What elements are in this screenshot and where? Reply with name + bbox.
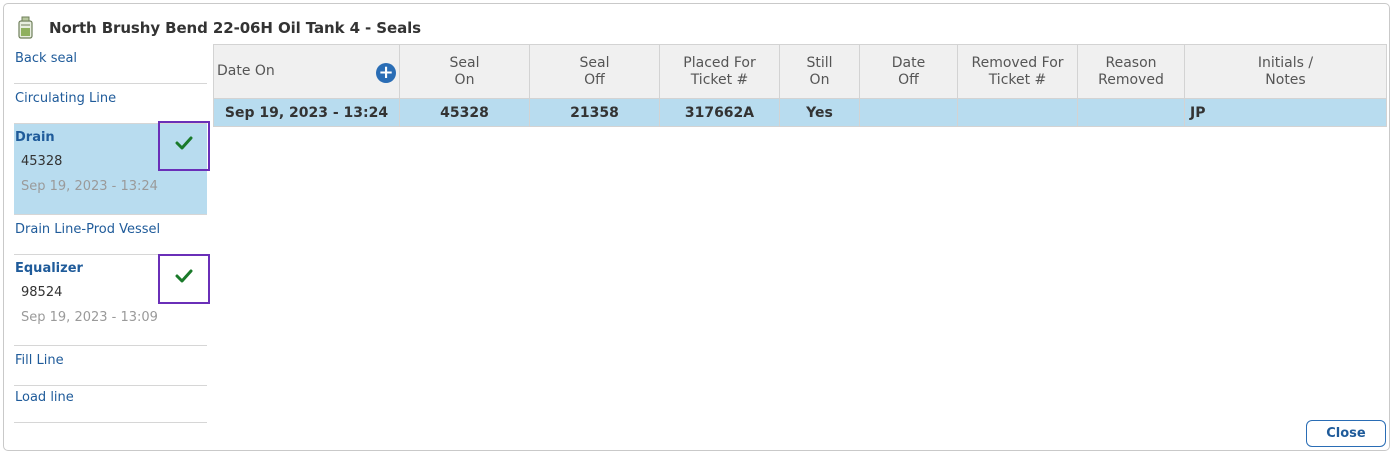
table-row[interactable]: Sep 19, 2023 - 13:24 45328 21358 317662A… [213, 98, 1387, 127]
column-header-label: Ticket # [690, 71, 749, 88]
table-header-row: Date On + Seal On Seal Off Placed For Ti… [213, 44, 1387, 99]
column-header-still-on[interactable]: Still On [779, 44, 860, 99]
column-header-label: On [809, 71, 830, 88]
cell-date-off [859, 98, 958, 127]
column-header-label: On [454, 71, 475, 88]
sidebar-item-label: Circulating Line [15, 91, 117, 106]
column-header-label: Initials / [1257, 54, 1314, 71]
column-header-label: Seal [449, 54, 480, 71]
column-header-label: Still [806, 54, 833, 71]
sidebar-item-equalizer[interactable]: Equalizer 98524 Sep 19, 2023 - 13:09 [14, 254, 210, 346]
sidebar-item-date: Sep 19, 2023 - 13:09 [21, 310, 158, 325]
oil-tank-icon [18, 16, 33, 39]
column-header-label: Removed [1098, 71, 1164, 88]
sidebar-item-circulating-line[interactable]: Circulating Line [14, 84, 207, 124]
drain-check-highlight [158, 121, 210, 171]
column-header-placed-for-ticket[interactable]: Placed For Ticket # [659, 44, 780, 99]
column-header-date-off[interactable]: Date Off [859, 44, 958, 99]
cell-still-on: Yes [779, 98, 860, 127]
cell-seal-off: 21358 [529, 98, 660, 127]
seals-table: Date On + Seal On Seal Off Placed For Ti… [213, 44, 1387, 127]
checkmark-icon [175, 136, 193, 150]
cell-initials-notes: JP [1184, 98, 1387, 127]
column-header-seal-on[interactable]: Seal On [399, 44, 530, 99]
sidebar-item-load-line[interactable]: Load line [14, 386, 207, 423]
column-header-label: Notes [1265, 71, 1306, 88]
checkmark-icon [175, 269, 193, 283]
sidebar-item-drain[interactable]: Drain 45328 Sep 19, 2023 - 13:24 [14, 121, 210, 215]
sidebar-item-back-seal[interactable]: Back seal [14, 44, 207, 84]
title-bar: North Brushy Bend 22-06H Oil Tank 4 - Se… [16, 15, 421, 41]
column-header-label: Off [898, 71, 919, 88]
cell-removed-for-ticket [957, 98, 1078, 127]
column-header-reason-removed[interactable]: Reason Removed [1077, 44, 1185, 99]
sidebar-item-fill-line[interactable]: Fill Line [14, 346, 207, 386]
sidebar-item-label: Load line [15, 390, 74, 405]
cell-date-on: Sep 19, 2023 - 13:24 [213, 98, 400, 127]
column-header-label: Removed For [971, 54, 1064, 71]
equalizer-check-highlight [158, 254, 210, 304]
cell-placed-for-ticket: 317662A [659, 98, 780, 127]
seal-location-list: Back seal Circulating Line Drain 45328 S… [14, 44, 210, 423]
column-header-seal-off[interactable]: Seal Off [529, 44, 660, 99]
column-header-label: Placed For [683, 54, 756, 71]
column-header-label: Off [584, 71, 605, 88]
close-button[interactable]: Close [1306, 420, 1386, 447]
column-header-date-on[interactable]: Date On + [213, 44, 400, 99]
column-header-label: Ticket # [988, 71, 1047, 88]
sidebar-item-label: Drain Line-Prod Vessel [15, 222, 161, 237]
column-header-label: Date On [217, 63, 275, 79]
cell-reason-removed [1077, 98, 1185, 127]
dialog-title: North Brushy Bend 22-06H Oil Tank 4 - Se… [49, 19, 421, 37]
column-header-label: Reason [1105, 54, 1157, 71]
seals-dialog: North Brushy Bend 22-06H Oil Tank 4 - Se… [3, 3, 1390, 451]
add-seal-button[interactable]: + [376, 63, 396, 83]
sidebar-item-label: Fill Line [15, 353, 64, 368]
cell-seal-on: 45328 [399, 98, 530, 127]
column-header-label: Date [891, 54, 926, 71]
column-header-removed-for-ticket[interactable]: Removed For Ticket # [957, 44, 1078, 99]
sidebar-item-label: Back seal [15, 51, 78, 66]
column-header-initials-notes[interactable]: Initials / Notes [1184, 44, 1387, 99]
sidebar-item-date: Sep 19, 2023 - 13:24 [21, 179, 158, 194]
sidebar-item-drain-line-prod-vessel[interactable]: Drain Line-Prod Vessel [14, 215, 207, 255]
column-header-label: Seal [579, 54, 610, 71]
